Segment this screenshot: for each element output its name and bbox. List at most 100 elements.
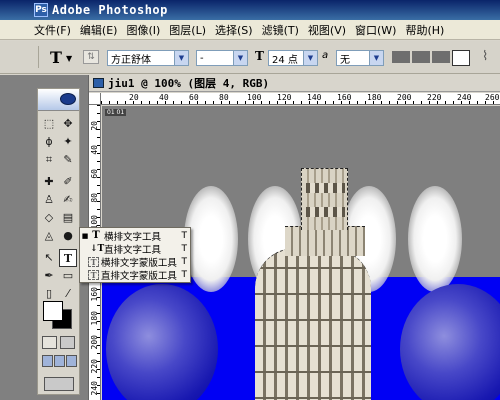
horizontal-type-mask-icon: T xyxy=(88,256,99,267)
leaning-tower-image xyxy=(255,168,375,400)
menu-image[interactable]: 图像(I) xyxy=(126,22,160,38)
move-tool-icon[interactable]: ✥ xyxy=(59,115,77,133)
ruler-origin[interactable] xyxy=(89,93,101,105)
white-glow-shape xyxy=(184,186,238,292)
shape-tool-icon[interactable]: ▭ xyxy=(59,267,77,285)
antialias-value: 无 xyxy=(340,54,350,66)
ruler-tick: 240 xyxy=(457,93,472,102)
tower-arches xyxy=(306,183,345,193)
document-title-bar[interactable]: jiu1 @ 100% (图层 4, RGB) xyxy=(89,75,500,92)
tower-arches xyxy=(306,207,345,217)
path-selection-tool-icon[interactable]: ↖ xyxy=(40,249,58,267)
menu-bar: 文件(F) 编辑(E) 图像(I) 图层(L) 选择(S) 滤镜(T) 视图(V… xyxy=(0,20,500,40)
flyout-item-vertical-type-mask[interactable]: T 直排文字蒙版工具 T xyxy=(80,268,190,282)
menu-layer[interactable]: 图层(L) xyxy=(169,22,206,38)
ruler-tick: 220 xyxy=(90,359,99,374)
type-tool-flyout: ■ T 横排文字工具 T ↓T 直排文字工具 T T 横排文字蒙版工具 T T … xyxy=(79,227,191,283)
ruler-tick: 60 xyxy=(90,169,99,179)
type-tool-icon[interactable]: T xyxy=(59,249,77,267)
eye-logo-icon[interactable] xyxy=(60,93,76,105)
foreground-color-swatch[interactable] xyxy=(43,301,63,321)
tool-preset-picker[interactable]: T xyxy=(50,48,62,67)
chevron-down-icon[interactable]: ▼ xyxy=(174,51,188,65)
gradient-tool-icon[interactable]: ▤ xyxy=(59,209,77,227)
tower-belfry xyxy=(301,168,348,230)
title-bar: Ps Adobe Photoshop xyxy=(0,0,500,20)
ruler-tick: 40 xyxy=(90,145,99,155)
shortcut-key: T xyxy=(181,230,188,241)
standard-mode-button[interactable] xyxy=(42,336,57,349)
ruler-tick: 80 xyxy=(219,93,229,102)
selected-bullet-icon: ■ xyxy=(81,231,89,240)
menu-select[interactable]: 选择(S) xyxy=(215,22,253,38)
options-bar: T ▼ ⇅ 方正舒体 ▼ - ▼ T 24 点 ▼ a 无 ▼ ⌇ xyxy=(0,41,500,74)
flyout-item-vertical-type[interactable]: ↓T 直排文字工具 T xyxy=(80,242,190,256)
menu-view[interactable]: 视图(V) xyxy=(308,22,346,38)
magic-wand-tool-icon[interactable]: ✦ xyxy=(59,133,77,151)
flyout-item-horizontal-type-mask[interactable]: T 横排文字蒙版工具 T xyxy=(80,255,190,269)
menu-filter[interactable]: 滤镜(T) xyxy=(262,22,299,38)
ruler-tick: 180 xyxy=(367,93,382,102)
full-screen-menu-mode-button[interactable] xyxy=(54,355,65,367)
toolbox: ⬚ ✥ ϕ ✦ ⌗ ✎ ✚ ✐ ♙ ✍ ◇ ▤ ◬ ● ↖ T ✒ ▭ ▯ ⁄ xyxy=(37,88,80,395)
text-orientation-icon[interactable]: ⇅ xyxy=(83,50,99,64)
font-size-select[interactable]: 24 点 ▼ xyxy=(268,50,318,66)
ruler-tick: 160 xyxy=(90,287,99,302)
text-align-group xyxy=(392,51,452,63)
ruler-tick: 20 xyxy=(129,93,139,102)
healing-brush-tool-icon[interactable]: ✚ xyxy=(40,173,58,191)
tower-body xyxy=(255,248,371,400)
quick-mask-mode-button[interactable] xyxy=(60,336,75,349)
flyout-item-label: 直排文字工具 xyxy=(104,244,162,256)
ruler-tick: 220 xyxy=(427,93,442,102)
tool-preset-arrow-icon[interactable]: ▼ xyxy=(66,54,72,63)
ruler-tick: 240 xyxy=(90,381,99,396)
dodge-tool-icon[interactable]: ● xyxy=(59,227,77,245)
crop-tool-icon[interactable]: ⌗ xyxy=(40,151,58,169)
antialias-select[interactable]: 无 ▼ xyxy=(336,50,384,66)
clone-stamp-tool-icon[interactable]: ♙ xyxy=(40,191,58,209)
history-brush-tool-icon[interactable]: ✍ xyxy=(59,191,77,209)
lasso-tool-icon[interactable]: ϕ xyxy=(40,133,58,151)
ruler-tick: 100 xyxy=(247,93,262,102)
slice-tool-icon[interactable]: ✎ xyxy=(59,151,77,169)
jump-to-imageready-button[interactable] xyxy=(44,377,74,391)
marquee-tool-icon[interactable]: ⬚ xyxy=(40,115,58,133)
blur-tool-icon[interactable]: ◬ xyxy=(40,227,58,245)
toolbox-header[interactable] xyxy=(38,89,79,111)
chevron-down-icon[interactable]: ▼ xyxy=(369,51,383,65)
eraser-tool-icon[interactable]: ◇ xyxy=(40,209,58,227)
align-right-icon[interactable] xyxy=(432,51,450,63)
font-style-value: - xyxy=(200,52,204,64)
ruler-tick: 120 xyxy=(277,93,292,102)
flyout-item-horizontal-type[interactable]: ■ T 横排文字工具 T xyxy=(80,229,190,243)
warp-text-icon[interactable]: ⌇ xyxy=(482,49,488,64)
ruler-tick: 180 xyxy=(90,311,99,326)
photoshop-logo-icon: Ps xyxy=(34,3,48,17)
full-screen-mode-button[interactable] xyxy=(66,355,77,367)
chevron-down-icon[interactable]: ▼ xyxy=(303,51,317,65)
flyout-item-label: 横排文字工具 xyxy=(104,231,162,243)
canvas-slice-label: 01 01 xyxy=(105,109,127,116)
pen-tool-icon[interactable]: ✒ xyxy=(40,267,58,285)
menu-edit[interactable]: 编辑(E) xyxy=(80,22,118,38)
antialias-icon: a xyxy=(322,50,329,61)
text-color-swatch[interactable] xyxy=(452,50,470,66)
ruler-tick: 200 xyxy=(397,93,412,102)
font-style-select[interactable]: - ▼ xyxy=(196,50,248,66)
font-family-select[interactable]: 方正舒体 ▼ xyxy=(107,50,189,66)
ruler-tick: 140 xyxy=(307,93,322,102)
standard-screen-mode-button[interactable] xyxy=(42,355,53,367)
ruler-tick: 160 xyxy=(337,93,352,102)
align-left-icon[interactable] xyxy=(392,51,410,63)
menu-window[interactable]: 窗口(W) xyxy=(355,22,396,38)
menu-help[interactable]: 帮助(H) xyxy=(405,22,444,38)
brush-tool-icon[interactable]: ✐ xyxy=(59,173,77,191)
document-icon xyxy=(93,78,104,88)
chevron-down-icon[interactable]: ▼ xyxy=(233,51,247,65)
menu-file[interactable]: 文件(F) xyxy=(34,22,71,38)
align-center-icon[interactable] xyxy=(412,51,430,63)
horizontal-type-icon: T xyxy=(92,230,100,241)
horizontal-ruler[interactable]: 20 40 60 80 100 120 140 160 180 200 220 … xyxy=(101,93,500,105)
options-divider xyxy=(38,46,39,68)
